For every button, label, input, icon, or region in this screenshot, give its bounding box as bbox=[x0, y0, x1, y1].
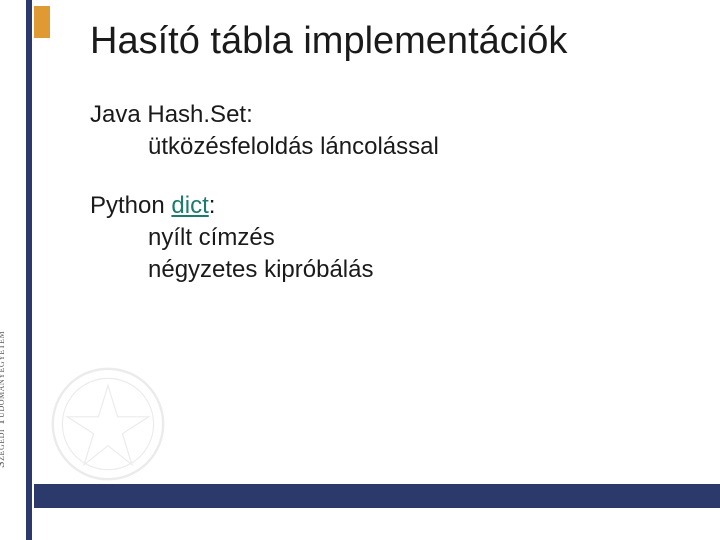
footer-bar bbox=[34, 484, 720, 508]
python-heading: Python dict: bbox=[90, 190, 700, 222]
python-heading-prefix: Python bbox=[90, 192, 171, 219]
slide-title: Hasító tábla implementációk bbox=[90, 20, 700, 63]
sidebar-stripe bbox=[26, 0, 32, 540]
python-line-2: négyzetes kipróbálás bbox=[90, 254, 700, 286]
sidebar: Szegedi Tudományegyetem bbox=[0, 0, 42, 540]
java-heading: Java Hash.Set: bbox=[90, 99, 700, 131]
accent-block bbox=[34, 6, 50, 38]
dict-link[interactable]: dict bbox=[171, 192, 208, 219]
java-line-1: ütközésfeloldás láncolással bbox=[90, 131, 700, 163]
section-python: Python dict: nyílt címzés négyzetes kipr… bbox=[90, 190, 700, 285]
slide-content: Hasító tábla implementációk Java Hash.Se… bbox=[90, 20, 700, 285]
seal-watermark bbox=[48, 364, 168, 484]
section-java: Java Hash.Set: ütközésfeloldás láncoláss… bbox=[90, 99, 700, 162]
python-line-1: nyílt címzés bbox=[90, 222, 700, 254]
python-heading-suffix: : bbox=[209, 192, 216, 219]
university-name: Szegedi Tudományegyetem bbox=[0, 331, 8, 468]
